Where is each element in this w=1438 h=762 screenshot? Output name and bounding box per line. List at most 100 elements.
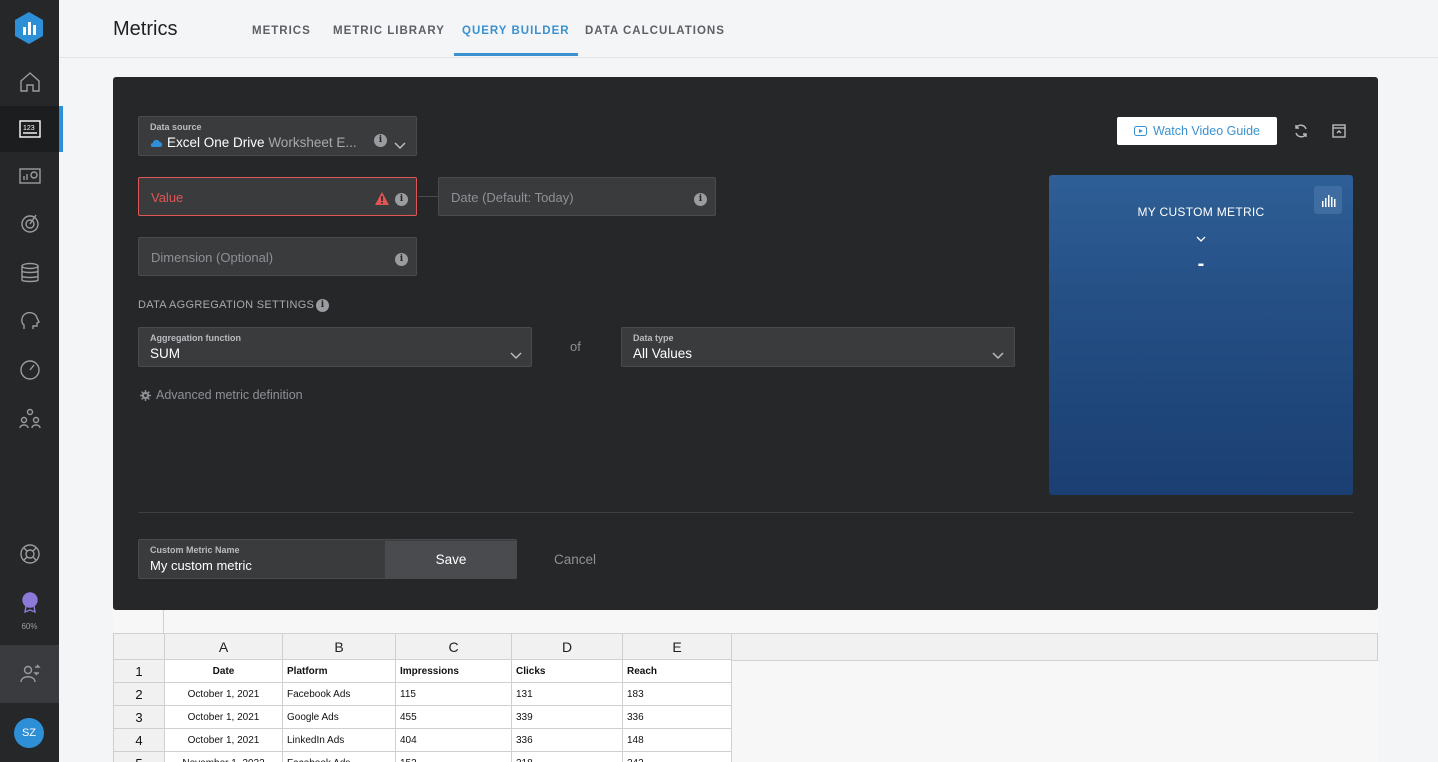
column-header[interactable]: C — [395, 633, 512, 660]
table-cell[interactable]: October 1, 2021 — [164, 705, 283, 729]
watch-video-guide-label: Watch Video Guide — [1152, 124, 1260, 138]
save-button[interactable]: Save — [385, 541, 517, 578]
nav-goals[interactable] — [0, 200, 59, 246]
nav-data[interactable] — [0, 250, 59, 296]
advanced-metric-link[interactable]: Advanced metric definition — [140, 388, 303, 402]
sheet-header-extension — [730, 633, 1378, 661]
dimension-field[interactable]: Dimension (Optional) i — [138, 237, 417, 276]
column-header[interactable]: A — [164, 633, 283, 660]
row-number: 2 — [113, 682, 165, 706]
table-cell[interactable]: Facebook Ads — [282, 751, 396, 762]
preview-metric-value: - — [1197, 253, 1205, 275]
table-cell[interactable]: Clicks — [511, 659, 623, 683]
table-cell[interactable]: Date — [164, 659, 283, 683]
table-cell[interactable]: 131 — [511, 682, 623, 706]
nav-help[interactable] — [0, 531, 59, 577]
table-cell[interactable]: 115 — [395, 682, 512, 706]
nav-accounts[interactable] — [0, 645, 59, 703]
aggregation-function-label: Aggregation function — [150, 333, 241, 343]
tab-query-builder[interactable]: QUERY BUILDER — [454, 25, 578, 57]
table-row: 4 October 1, 2021 LinkedIn Ads 404 336 1… — [113, 728, 732, 752]
column-header[interactable]: E — [622, 633, 732, 660]
column-header[interactable]: D — [511, 633, 623, 660]
table-cell[interactable]: Platform — [282, 659, 396, 683]
refresh-button[interactable] — [1291, 121, 1311, 141]
dashboard-icon — [18, 168, 41, 184]
nav-home[interactable] — [0, 59, 59, 105]
row-number: 3 — [113, 705, 165, 729]
column-header[interactable]: B — [282, 633, 396, 660]
chevron-down-icon[interactable] — [1195, 230, 1207, 248]
table-cell[interactable]: 183 — [622, 682, 732, 706]
table-row: 2 October 1, 2021 Facebook Ads 115 131 1… — [113, 682, 732, 706]
gear-icon — [140, 389, 151, 401]
value-placeholder: Value — [151, 190, 184, 205]
award-badge-icon — [21, 592, 38, 614]
table-cell[interactable]: 336 — [511, 728, 623, 752]
table-cell[interactable]: November 1, 2022 — [164, 751, 283, 762]
value-field[interactable]: Value i — [138, 177, 417, 216]
refresh-icon — [1295, 124, 1307, 138]
dimension-placeholder: Dimension (Optional) — [151, 250, 274, 265]
data-source-label: Data source — [150, 122, 202, 132]
account-switch-icon — [19, 664, 41, 683]
goal-target-icon — [20, 214, 39, 233]
tab-metrics[interactable]: METRICS — [252, 25, 311, 57]
nav-benchmarks[interactable] — [0, 347, 59, 393]
sidebar: 123 60% SZ — [0, 0, 63, 762]
preview-metric-title: MY CUSTOM METRIC — [1137, 205, 1265, 219]
table-cell[interactable]: 339 — [511, 705, 623, 729]
table-cell[interactable]: 148 — [622, 728, 732, 752]
nav-achievements[interactable] — [0, 582, 59, 622]
info-icon[interactable]: i — [316, 299, 329, 312]
aggregation-function-select[interactable]: Aggregation function SUM — [138, 327, 532, 367]
team-icon — [18, 408, 41, 429]
data-type-select[interactable]: Data type All Values — [621, 327, 1015, 367]
nav-dashboards[interactable] — [0, 153, 59, 199]
table-cell[interactable]: 336 — [622, 705, 732, 729]
spreadsheet-preview: A B C D E 1 Date Platform Impressions Cl… — [113, 610, 1378, 762]
app-logo[interactable] — [13, 11, 45, 45]
chevron-down-icon — [394, 137, 406, 150]
spreadsheet-table: A B C D E 1 Date Platform Impressions Cl… — [113, 633, 732, 762]
custom-metric-name-field[interactable]: Custom Metric Name My custom metric Save — [138, 539, 517, 579]
table-cell[interactable]: Reach — [622, 659, 732, 683]
nav-metrics[interactable]: 123 — [0, 106, 63, 152]
table-cell[interactable]: 404 — [395, 728, 512, 752]
table-row: 5 November 1, 2022 Facebook Ads 153 218 … — [113, 751, 732, 762]
watch-video-guide-button[interactable]: Watch Video Guide — [1117, 117, 1277, 145]
cancel-button[interactable]: Cancel — [554, 552, 596, 567]
warning-icon — [375, 192, 389, 205]
info-icon[interactable]: i — [395, 193, 408, 206]
info-icon[interactable]: i — [694, 193, 707, 206]
info-icon[interactable]: i — [395, 253, 408, 266]
panel-divider — [138, 512, 1353, 513]
nav-team[interactable] — [0, 396, 59, 442]
table-cell[interactable]: Impressions — [395, 659, 512, 683]
custom-metric-name-label: Custom Metric Name — [150, 545, 240, 555]
table-cell[interactable]: LinkedIn Ads — [282, 728, 396, 752]
table-cell[interactable]: Google Ads — [282, 705, 396, 729]
table-cell[interactable]: October 1, 2021 — [164, 682, 283, 706]
date-field[interactable]: Date (Default: Today) i — [438, 177, 716, 216]
table-row: 3 October 1, 2021 Google Ads 455 339 336 — [113, 705, 732, 729]
table-cell[interactable]: Facebook Ads — [282, 682, 396, 706]
table-cell[interactable]: October 1, 2021 — [164, 728, 283, 752]
data-source-value: Excel One Drive Worksheet E... — [150, 135, 357, 150]
row-number: 5 — [113, 751, 165, 762]
table-cell[interactable]: 218 — [511, 751, 623, 762]
collapse-button[interactable] — [1329, 121, 1349, 141]
table-cell[interactable]: 153 — [395, 751, 512, 762]
gauge-icon — [19, 360, 40, 380]
table-cell[interactable]: 455 — [395, 705, 512, 729]
tab-metric-library[interactable]: METRIC LIBRARY — [333, 25, 445, 57]
tab-data-calculations[interactable]: DATA CALCULATIONS — [585, 25, 725, 57]
date-placeholder: Date (Default: Today) — [451, 190, 574, 205]
info-icon[interactable]: i — [374, 134, 387, 147]
field-connector — [418, 196, 438, 197]
metric-preview-card: MY CUSTOM METRIC - — [1049, 175, 1353, 495]
table-cell[interactable]: 242 — [622, 751, 732, 762]
nav-insights[interactable] — [0, 298, 59, 344]
data-source-select[interactable]: Data source Excel One Drive Worksheet E.… — [138, 116, 417, 156]
user-avatar[interactable]: SZ — [14, 718, 44, 748]
